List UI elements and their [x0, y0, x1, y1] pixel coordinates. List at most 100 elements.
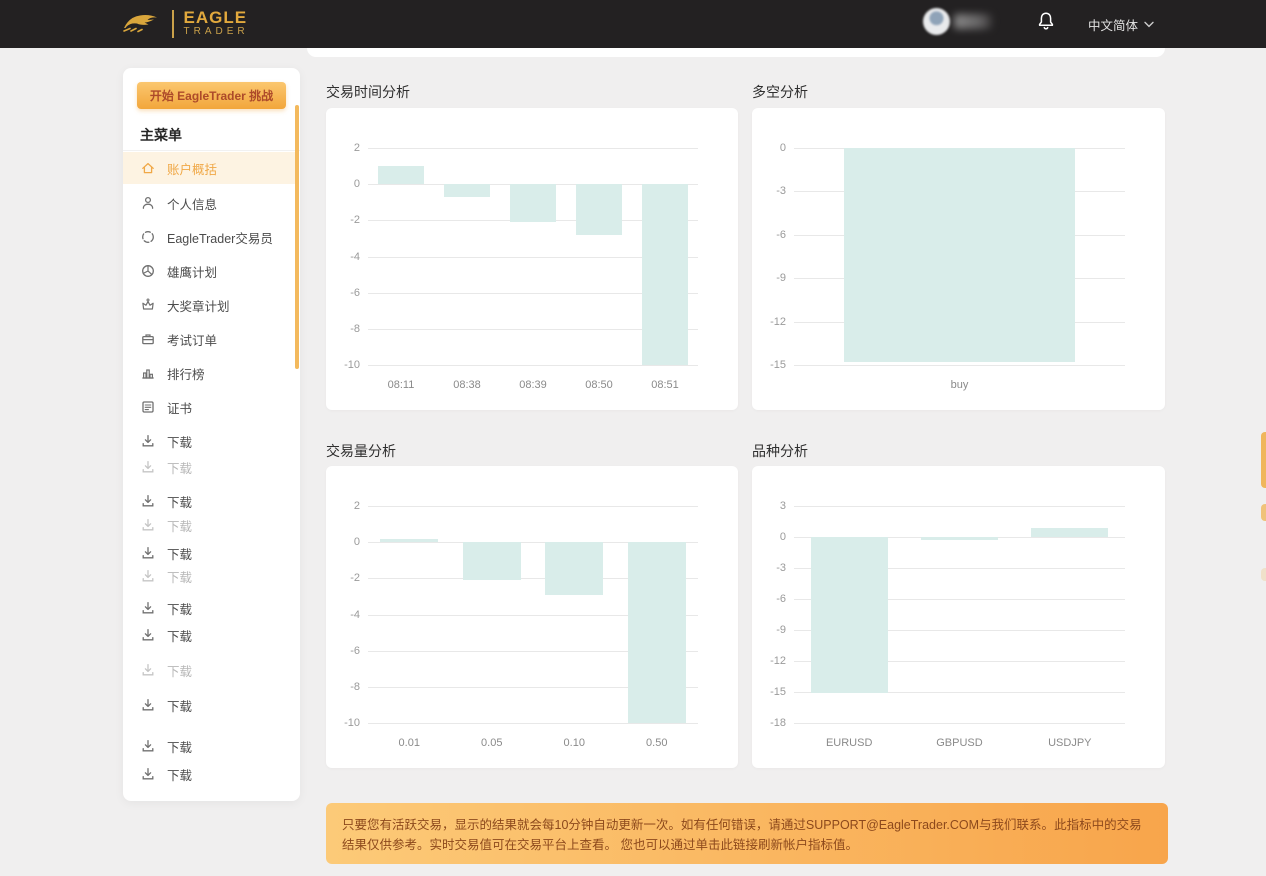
chart-title-trading-time: 交易时间分析	[326, 82, 626, 102]
bar	[545, 542, 603, 594]
bar	[380, 539, 438, 543]
gridline	[368, 506, 698, 507]
certificate-icon	[140, 399, 156, 415]
top-header: EAGLE TRADER 中文简体	[0, 0, 1266, 48]
brand-logo: EAGLE TRADER	[120, 6, 249, 41]
x-axis-tick-label: buy	[794, 379, 1125, 391]
scrolled-card-bottom-edge	[307, 48, 1165, 57]
trading-time-chart: 20-2-4-6-8-1008:1108:3808:3908:5008:51	[368, 148, 698, 365]
sidebar-menu-item-label: 大奖章计划	[167, 296, 230, 315]
sidebar-download-item-4[interactable]: 下载	[123, 543, 295, 563]
sidebar-download-item-1[interactable]: 下载	[123, 457, 295, 477]
eagle-plan-icon	[140, 263, 156, 279]
update-notice-banner[interactable]: 只要您有活跃交易，显示的结果就会每10分钟自动更新一次。如有任何错误，请通过SU…	[326, 803, 1168, 864]
sidebar-download-item-6[interactable]: 下载	[123, 598, 295, 618]
gridline	[794, 723, 1125, 724]
bar	[642, 184, 688, 365]
sidebar-download-item-label: 下载	[167, 492, 192, 511]
sidebar-download-item-label: 下载	[167, 737, 192, 756]
y-axis-tick-label: -4	[330, 609, 360, 621]
x-axis-tick-label: GBPUSD	[904, 737, 1014, 749]
sidebar-section-title: 主菜单	[140, 125, 182, 145]
sidebar-menu-item-label: 账户概括	[167, 159, 217, 178]
x-axis-tick-label: 08:51	[632, 379, 698, 391]
symbol-chart: 30-3-6-9-12-15-18EURUSDGBPUSDUSDJPY	[794, 506, 1125, 723]
sidebar-menu-item-label: EagleTrader交易员	[167, 228, 273, 247]
floating-widget-partial-3[interactable]	[1261, 568, 1266, 581]
y-axis-tick-label: -18	[756, 717, 786, 729]
sidebar-download-item-9[interactable]: 下载	[123, 695, 295, 715]
avatar[interactable]	[923, 8, 950, 35]
floating-widget-partial[interactable]	[1261, 432, 1266, 488]
sidebar-scrollbar-thumb[interactable]	[295, 105, 299, 369]
sidebar-menu-item-1[interactable]: 个人信息	[123, 186, 295, 220]
y-axis-tick-label: -6	[330, 645, 360, 657]
sidebar-download-item-label: 下载	[167, 544, 192, 563]
sidebar-menu-item-label: 考试订单	[167, 330, 217, 349]
bar	[1031, 528, 1108, 537]
sidebar-menu-item-3[interactable]: 雄鹰计划	[123, 254, 295, 288]
sidebar-download-item-8[interactable]: 下载	[123, 660, 295, 680]
bar	[463, 542, 521, 580]
gridline	[368, 723, 698, 724]
sidebar-menu-item-4[interactable]: 大奖章计划	[123, 288, 295, 322]
username-redacted	[954, 14, 992, 29]
sidebar-download-item-10[interactable]: 下载	[123, 736, 295, 756]
y-axis-tick-label: -15	[756, 686, 786, 698]
download-icon	[140, 517, 156, 533]
start-challenge-button[interactable]: 开始 EagleTrader 挑战	[137, 82, 286, 109]
chart-title-volume: 交易量分析	[326, 441, 626, 461]
gridline	[794, 365, 1125, 366]
y-axis-tick-label: -6	[756, 593, 786, 605]
notification-bell-icon[interactable]	[1037, 11, 1055, 33]
long-short-chart: 0-3-6-9-12-15buy	[794, 148, 1125, 365]
floating-widget-partial-2[interactable]	[1261, 504, 1266, 521]
sidebar-menu-item-2[interactable]: EagleTrader交易员	[123, 220, 295, 254]
sidebar-download-item-5[interactable]: 下载	[123, 566, 295, 586]
chart-card-trading-time: 20-2-4-6-8-1008:1108:3808:3908:5008:51	[326, 108, 738, 410]
sidebar-download-item-label: 下载	[167, 567, 192, 586]
ranking-icon	[140, 365, 156, 381]
x-axis-tick-label: 08:50	[566, 379, 632, 391]
sidebar-download-item-3[interactable]: 下载	[123, 515, 295, 535]
bar	[844, 148, 1076, 362]
sidebar-menu-item-5[interactable]: 考试订单	[123, 322, 295, 356]
y-axis-tick-label: 0	[330, 536, 360, 548]
chevron-down-icon	[1144, 21, 1154, 28]
download-icon	[140, 600, 156, 616]
sidebar-menu-item-6[interactable]: 排行榜	[123, 356, 295, 390]
chart-card-volume: 20-2-4-6-8-100.010.050.100.50	[326, 466, 738, 768]
download-icon	[140, 459, 156, 475]
sidebar-download-item-11[interactable]: 下载	[123, 764, 295, 784]
sidebar-menu-item-7[interactable]: 证书	[123, 390, 295, 424]
sidebar-menu-item-label: 雄鹰计划	[167, 262, 217, 281]
sidebar-download-item-2[interactable]: 下载	[123, 491, 295, 511]
download-icon	[140, 697, 156, 713]
y-axis-tick-label: 3	[756, 500, 786, 512]
y-axis-tick-label: 2	[330, 142, 360, 154]
sidebar-download-item-7[interactable]: 下载	[123, 625, 295, 645]
sidebar-download-item-0[interactable]: 下载	[123, 431, 295, 451]
x-axis-tick-label: 0.50	[616, 737, 699, 749]
gridline	[794, 506, 1125, 507]
sidebar: 开始 EagleTrader 挑战 主菜单 账户概括个人信息 EagleTrade…	[123, 68, 300, 801]
logo-text-eagle: EAGLE	[184, 9, 249, 26]
sidebar-menu-item-label: 证书	[167, 398, 192, 417]
download-icon	[140, 493, 156, 509]
chart-card-symbol: 30-3-6-9-12-15-18EURUSDGBPUSDUSDJPY	[752, 466, 1165, 768]
language-selector[interactable]: 中文简体	[1088, 15, 1154, 34]
y-axis-tick-label: -4	[330, 251, 360, 263]
sidebar-menu-item-0[interactable]: 账户概括	[123, 152, 295, 184]
chart-title-long-short: 多空分析	[752, 82, 1052, 102]
y-axis-tick-label: -3	[756, 185, 786, 197]
x-axis-tick-label: 08:11	[368, 379, 434, 391]
download-icon	[140, 627, 156, 643]
download-icon	[140, 662, 156, 678]
sidebar-download-item-label: 下载	[167, 661, 192, 680]
bar	[576, 184, 622, 235]
y-axis-tick-label: -15	[756, 359, 786, 371]
y-axis-tick-label: -9	[756, 272, 786, 284]
eagle-logo-icon	[120, 6, 162, 41]
y-axis-tick-label: -12	[756, 655, 786, 667]
x-axis-tick-label: 08:39	[500, 379, 566, 391]
